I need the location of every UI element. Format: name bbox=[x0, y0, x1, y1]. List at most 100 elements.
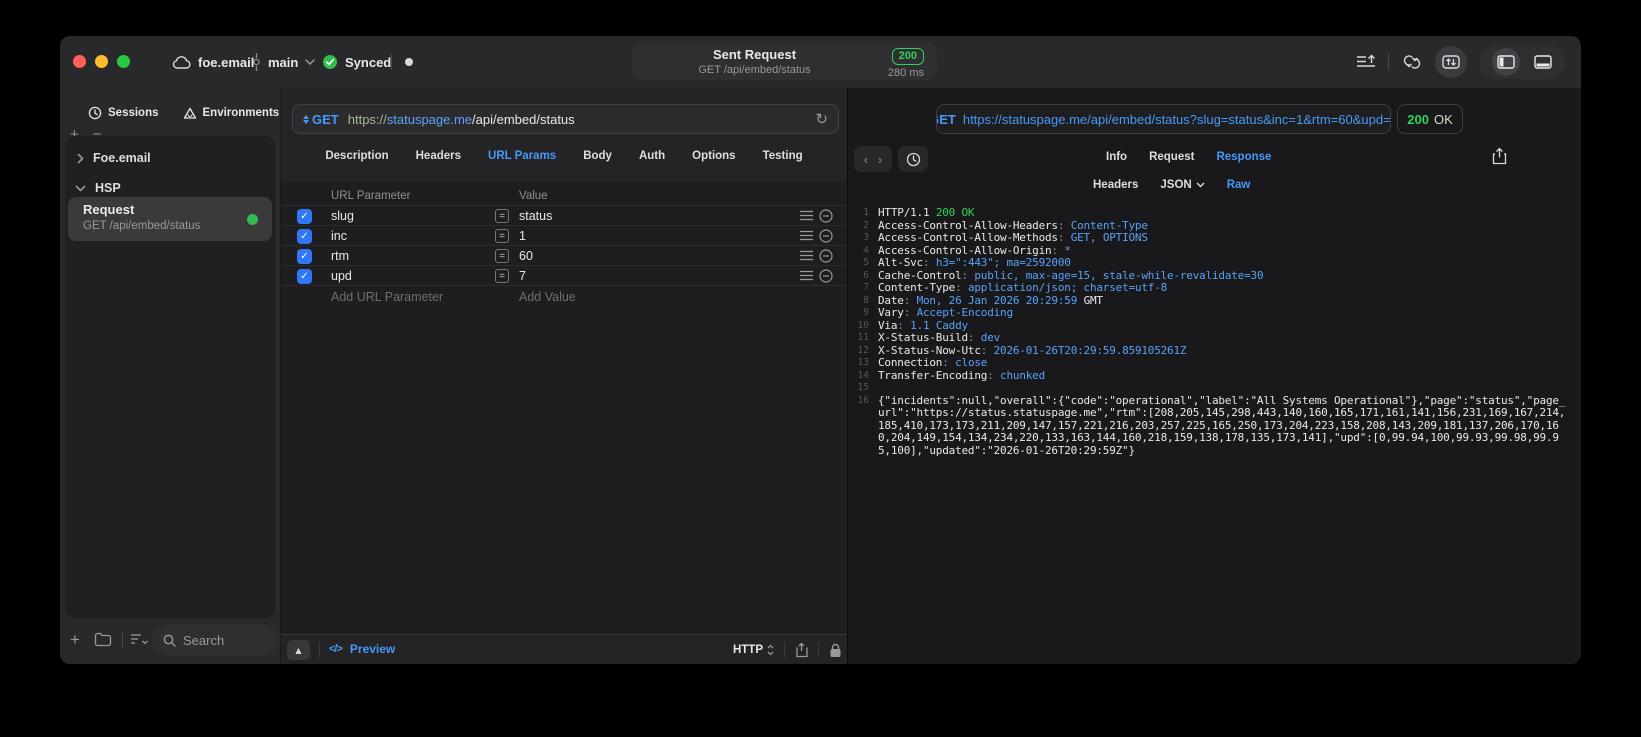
protocol-selector[interactable]: HTTP bbox=[733, 644, 774, 656]
tab-request[interactable]: Request bbox=[1149, 151, 1194, 163]
request-status-dot bbox=[247, 214, 258, 225]
search-input[interactable]: Search bbox=[152, 625, 278, 655]
equals-type-icon[interactable]: = bbox=[495, 209, 509, 223]
collapse-panel-icon[interactable]: ▲ bbox=[287, 640, 310, 660]
param-value-input[interactable]: 1 bbox=[519, 229, 526, 243]
param-name-input[interactable]: upd bbox=[331, 269, 352, 283]
sync-loop-icon[interactable] bbox=[1401, 54, 1423, 70]
history-nav: ‹ › bbox=[854, 146, 892, 172]
toggle-left-panel-icon[interactable] bbox=[1492, 48, 1521, 76]
export-share-icon[interactable] bbox=[1492, 147, 1507, 165]
toggle-bottom-panel-icon[interactable] bbox=[1533, 55, 1552, 69]
lines-up-arrow-icon[interactable] bbox=[1356, 54, 1376, 70]
method-label[interactable]: GET bbox=[312, 112, 339, 127]
project-switcher[interactable]: foe.email bbox=[172, 50, 254, 74]
tab-headers[interactable]: Headers bbox=[416, 150, 461, 162]
commit-icon bbox=[252, 53, 261, 71]
history-clock-icon[interactable] bbox=[898, 146, 928, 172]
environments-icon bbox=[183, 107, 197, 120]
remove-row-icon[interactable] bbox=[819, 269, 833, 283]
tab-label: Auth bbox=[638, 150, 666, 162]
param-checkbox[interactable]: ✓ bbox=[297, 208, 312, 224]
remove-row-icon[interactable] bbox=[819, 209, 833, 223]
tab-environments[interactable]: Environments bbox=[183, 107, 279, 120]
request-url-bar[interactable]: GET https://statuspage.me/api/embed/stat… bbox=[292, 104, 839, 134]
request-item-subtitle: GET /api/embed/status bbox=[83, 220, 201, 232]
equals-type-icon[interactable]: = bbox=[495, 229, 509, 243]
param-rows: ✓ slug = status ✓ inc = 1 ✓ rtm = 60 ✓ upd = 7 Add URL P… bbox=[281, 205, 847, 306]
sort-list-icon[interactable] bbox=[130, 632, 149, 646]
row-lines-icon[interactable] bbox=[800, 250, 813, 261]
param-checkbox[interactable]: ✓ bbox=[297, 268, 312, 284]
zoom-button[interactable] bbox=[117, 55, 130, 68]
share-icon[interactable] bbox=[795, 642, 808, 658]
subtab-headers[interactable]: Headers bbox=[1093, 179, 1138, 191]
add-param-value-input[interactable]: Add Value bbox=[519, 290, 576, 304]
chevron-down-icon bbox=[75, 185, 86, 192]
sidebar-tabs: Sessions Environments bbox=[88, 106, 279, 120]
footer-divider bbox=[818, 642, 819, 658]
equals-type-icon[interactable]: = bbox=[495, 249, 509, 263]
subtab-json[interactable]: JSON bbox=[1160, 179, 1205, 191]
request-footer-bar: ▲ </> Preview HTTP bbox=[281, 634, 847, 664]
param-row: ✓ rtm = 60 bbox=[281, 246, 847, 266]
line-number: 12 bbox=[857, 344, 869, 356]
tab-description[interactable]: Description bbox=[325, 150, 388, 162]
titlebar-toolbar bbox=[1356, 45, 1565, 79]
raw-response-view[interactable]: 1 HTTP/1.1 200 OK 2 Access-Control-Allow-He… bbox=[848, 204, 1581, 664]
tab-body[interactable]: Body bbox=[583, 150, 612, 162]
param-value-input[interactable]: 60 bbox=[519, 249, 533, 263]
summary-subtitle: GET /api/embed/status bbox=[698, 64, 811, 76]
param-value-input[interactable]: 7 bbox=[519, 269, 526, 283]
nav-back-icon[interactable]: ‹ bbox=[864, 152, 868, 167]
sync-status[interactable]: Synced bbox=[322, 50, 391, 74]
toolbar-divider bbox=[1388, 54, 1389, 70]
sent-request-url[interactable]: GET https://statuspage.me/api/embed/stat… bbox=[936, 104, 1391, 134]
row-lines-icon[interactable] bbox=[800, 270, 813, 281]
subtab-raw[interactable]: Raw bbox=[1227, 179, 1251, 191]
add-request-icon[interactable]: + bbox=[70, 629, 80, 651]
remove-row-icon[interactable] bbox=[819, 249, 833, 263]
preview-button[interactable]: </> Preview bbox=[329, 642, 395, 656]
tree-group-foe-email[interactable]: Foe.email bbox=[77, 151, 151, 165]
tree-group-hsp[interactable]: HSP bbox=[75, 181, 121, 195]
nav-forward-icon[interactable]: › bbox=[878, 152, 882, 167]
chevron-down-icon bbox=[305, 59, 316, 65]
line-number: 13 bbox=[857, 357, 869, 368]
footer-divider bbox=[319, 642, 320, 658]
row-lines-icon[interactable] bbox=[800, 210, 813, 221]
resend-icon[interactable]: ↻ bbox=[815, 110, 828, 128]
tab-options[interactable]: Options bbox=[692, 150, 735, 162]
tab-auth[interactable]: Auth bbox=[639, 150, 665, 162]
sent-method-label: GET bbox=[937, 111, 956, 127]
panel-toggle-group bbox=[1479, 45, 1565, 79]
branch-switcher[interactable]: main bbox=[252, 50, 316, 74]
param-checkbox[interactable]: ✓ bbox=[297, 228, 312, 244]
param-name-input[interactable]: slug bbox=[331, 209, 354, 223]
new-folder-icon[interactable] bbox=[94, 632, 112, 647]
lock-icon[interactable] bbox=[829, 643, 842, 658]
tab-info[interactable]: Info bbox=[1106, 151, 1127, 163]
tab-response[interactable]: Response bbox=[1216, 151, 1271, 163]
close-button[interactable] bbox=[73, 55, 86, 68]
param-row: ✓ inc = 1 bbox=[281, 226, 847, 246]
method-stepper-icon[interactable] bbox=[303, 114, 309, 124]
tab-sessions[interactable]: Sessions bbox=[88, 106, 159, 120]
param-value-input[interactable]: status bbox=[519, 209, 552, 223]
line-number: 16 bbox=[857, 394, 869, 406]
request-list-item-selected[interactable]: Request GET /api/embed/status bbox=[68, 197, 272, 241]
tab-url-params[interactable]: URL Params bbox=[488, 150, 556, 162]
request-summary-pill[interactable]: Sent Request GET /api/embed/status 200 2… bbox=[632, 43, 937, 80]
equals-type-icon[interactable]: = bbox=[495, 269, 509, 283]
swap-request-response-icon[interactable] bbox=[1435, 46, 1467, 78]
add-param-name-input[interactable]: Add URL Parameter bbox=[331, 290, 443, 304]
remove-row-icon[interactable] bbox=[819, 229, 833, 243]
line-number: 7 bbox=[863, 282, 869, 293]
tab-testing[interactable]: Testing bbox=[763, 150, 803, 162]
preview-label: Preview bbox=[349, 642, 396, 656]
param-checkbox[interactable]: ✓ bbox=[297, 248, 312, 264]
param-name-input[interactable]: rtm bbox=[331, 249, 349, 263]
minimize-button[interactable] bbox=[95, 55, 108, 68]
row-lines-icon[interactable] bbox=[800, 230, 813, 241]
param-name-input[interactable]: inc bbox=[331, 229, 347, 243]
